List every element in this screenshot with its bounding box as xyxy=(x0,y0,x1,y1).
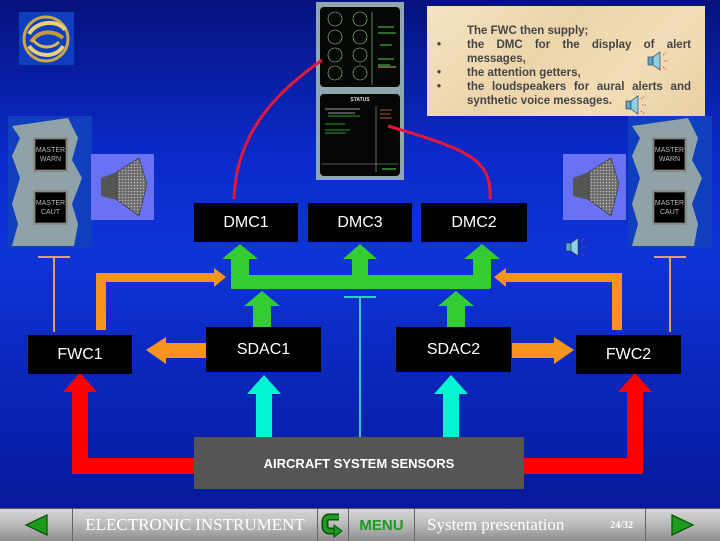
diagram-connectors xyxy=(38,58,686,474)
page-number: 24/32 xyxy=(610,519,633,531)
dmc1-box: DMC1 xyxy=(194,203,298,242)
fwc2-box: FWC2 xyxy=(576,335,681,374)
section-title: ELECTRONIC INSTRUMENT xyxy=(73,509,318,541)
dmc2-to-lower-screen-line xyxy=(387,124,492,200)
fwc1-label: FWC1 xyxy=(57,345,103,363)
menu-button[interactable]: MENU xyxy=(349,509,415,541)
menu-label: MENU xyxy=(359,516,404,534)
triangle-right-icon xyxy=(671,514,695,536)
return-arrow-icon xyxy=(321,513,343,538)
sdac2-box: SDAC2 xyxy=(396,327,511,372)
triangle-left-icon xyxy=(24,514,48,536)
sensors-to-dmc-thin-line xyxy=(344,296,376,437)
fwc2-label: FWC2 xyxy=(605,345,652,363)
prev-button[interactable] xyxy=(0,509,73,541)
dmc3-label: DMC3 xyxy=(337,213,383,231)
sdac1-box: SDAC1 xyxy=(206,327,321,372)
dmc1-to-upper-screen-line xyxy=(232,58,323,200)
dmc3-box: DMC3 xyxy=(308,203,412,242)
dmc2-box: DMC2 xyxy=(421,203,527,242)
return-button[interactable] xyxy=(318,509,349,541)
next-button[interactable] xyxy=(646,509,720,541)
sensors-label: AIRCRAFT SYSTEM SENSORS xyxy=(263,455,455,471)
fwc1-box: FWC1 xyxy=(28,335,132,374)
aircraft-system-sensors-box: AIRCRAFT SYSTEM SENSORS xyxy=(194,437,524,489)
sensors-to-sdac-cyan-arrows xyxy=(247,375,468,437)
subtitle-bar: System presentation 24/32 xyxy=(415,509,646,541)
dmc1-label: DMC1 xyxy=(223,213,269,231)
sdac2-label: SDAC2 xyxy=(426,340,481,358)
sdac1-label: SDAC1 xyxy=(236,340,291,358)
navigation-bar: ELECTRONIC INSTRUMENT MENU System presen… xyxy=(0,508,720,541)
subtitle-text: System presentation xyxy=(427,515,565,534)
dmc2-label: DMC2 xyxy=(451,213,497,231)
section-title-text: ELECTRONIC INSTRUMENT xyxy=(85,515,305,534)
